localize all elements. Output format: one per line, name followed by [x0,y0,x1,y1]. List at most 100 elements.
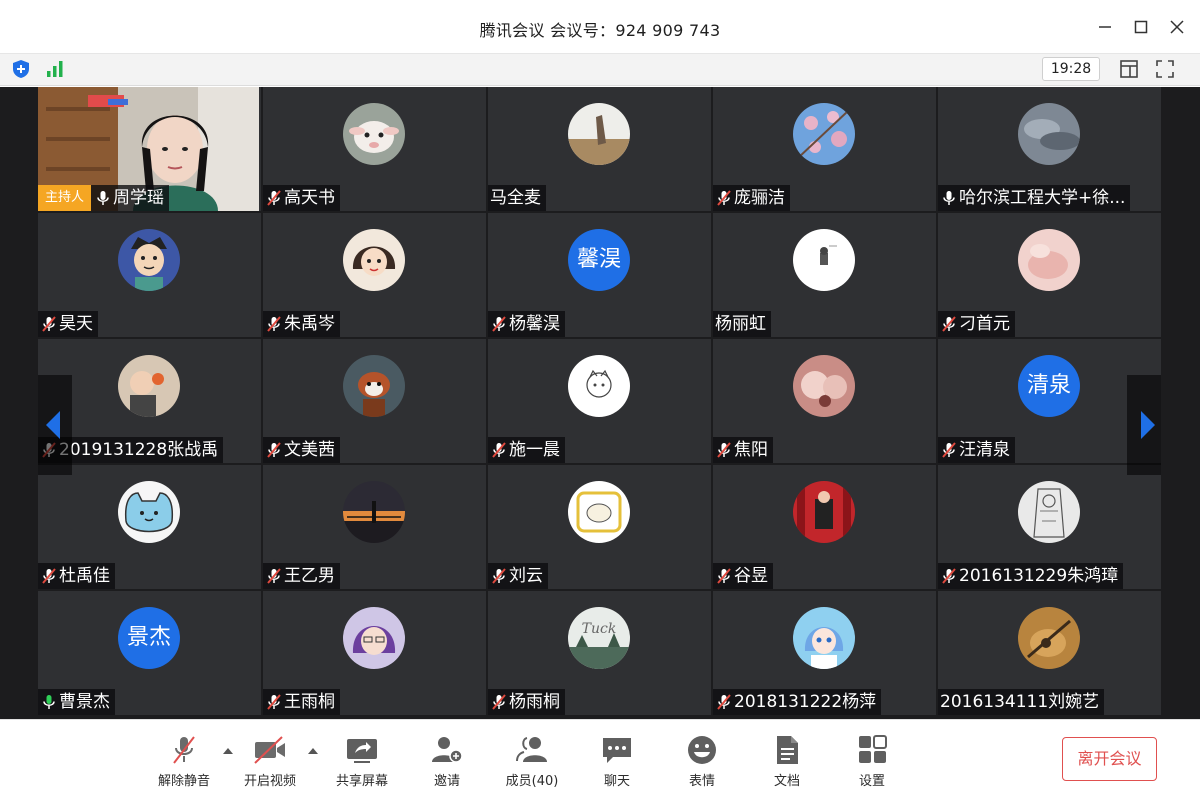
add-user-icon [432,737,463,763]
unmute-button[interactable]: 解除静音 [146,730,222,794]
participant-name-bar: 刘云 [488,563,548,589]
participant-name-bar: 昊天 [38,311,98,337]
participant-name-bar: 王雨桐 [263,689,340,715]
participant-name-bar: 主持人 周学瑶 [38,185,170,211]
settings-button[interactable]: 设置 [834,730,910,794]
avatar [343,355,405,417]
participant-name: 周学瑶 [113,188,165,208]
muted-microphone-icon [267,568,281,584]
participant-tile[interactable]: 景杰曹景杰 [38,591,261,715]
participant-tile[interactable]: 昊天 [38,213,261,337]
participant-tile[interactable]: 2016131229朱鸿璋 [938,465,1161,589]
meeting-timer: 19:28 [1042,57,1100,81]
share-screen-button[interactable]: 共享屏幕 [324,730,400,794]
participant-name-bar: 高天书 [263,185,340,211]
avatar [793,103,855,165]
camera-off-icon [254,736,285,764]
participant-name: 曹景杰 [59,692,110,712]
participant-name-bar: 文美茜 [263,437,340,463]
participant-tile[interactable]: 王乙男 [263,465,486,589]
svg-text:Tuck: Tuck [582,621,617,637]
muted-microphone-icon [267,316,281,332]
participant-tile[interactable]: 馨淏杨馨淏 [488,213,711,337]
muted-microphone-icon [267,442,281,458]
emoji-button[interactable]: 表情 [664,730,740,794]
participant-tile[interactable]: 施一晨 [488,339,711,463]
participant-tile[interactable]: 刁首元 [938,213,1161,337]
avatar: 馨淏 [568,229,630,291]
participant-name-bar: 朱禹岑 [263,311,340,337]
chat-button[interactable]: 聊天 [579,730,655,794]
members-icon [516,737,547,762]
prev-page-button[interactable] [38,375,72,475]
avatar: 景杰 [118,607,180,669]
participant-tile[interactable]: Tuck 杨雨桐 [488,591,711,715]
participant-tile[interactable]: 高天书 [263,87,486,211]
participant-tile[interactable]: 文美茜 [263,339,486,463]
speaking-microphone-icon [43,695,55,709]
documents-button[interactable]: 文档 [749,730,825,794]
participant-tile[interactable]: 刘云 [488,465,711,589]
participant-name: 文美茜 [284,440,335,460]
next-page-button[interactable] [1127,375,1161,475]
participant-name: 2016134111刘婉艺 [940,692,1100,712]
microphone-icon [97,191,109,205]
participant-name-bar: 杨丽虹 [713,311,771,337]
participant-tile[interactable]: 2018131222杨萍 [713,591,936,715]
participant-name: 杨馨淏 [509,314,560,334]
participant-tile[interactable]: 哈尔滨工程大学+徐... [938,87,1161,211]
close-icon[interactable] [1166,16,1188,38]
participant-tile[interactable]: 杜禹佳 [38,465,261,589]
share-screen-icon [347,739,377,763]
muted-microphone-icon [267,694,281,710]
avatar: Tuck [568,607,630,669]
smiley-icon [688,736,716,764]
app-grid-icon [859,735,887,763]
maximize-icon[interactable] [1130,16,1152,38]
avatar [793,355,855,417]
members-button[interactable]: 成员(40) [494,730,570,794]
caret-up-icon[interactable] [307,746,319,756]
participant-tile[interactable]: 杨丽虹 [713,213,936,337]
security-shield-icon[interactable] [10,58,32,80]
avatar [793,607,855,669]
avatar [1018,103,1080,165]
leave-meeting-button[interactable]: 离开会议 [1062,737,1157,781]
participant-name: 昊天 [59,314,93,334]
fullscreen-icon[interactable] [1154,58,1176,80]
layout-icon[interactable] [1118,58,1140,80]
participant-name-bar: 杜禹佳 [38,563,115,589]
host-badge: 主持人 [38,185,92,211]
participant-tile[interactable]: 主持人 周学瑶 [38,87,261,211]
avatar [568,355,630,417]
document-icon [777,736,798,764]
participant-tile[interactable]: 谷昱 [713,465,936,589]
participant-tile[interactable]: 马全麦 [488,87,711,211]
participant-name-bar: 焦阳 [713,437,773,463]
muted-microphone-icon [717,442,731,458]
participant-name-bar: 刁首元 [938,311,1015,337]
participant-tile[interactable]: 2016134111刘婉艺 [938,591,1161,715]
participant-name-bar: 2018131222杨萍 [713,689,882,715]
status-bar: 19:28 [0,54,1200,86]
participant-tile[interactable]: 朱禹岑 [263,213,486,337]
participant-name: 王乙男 [284,566,335,586]
network-signal-icon[interactable] [44,58,66,80]
participant-name-bar: 王乙男 [263,563,340,589]
start-video-button[interactable]: 开启视频 [232,730,308,794]
invite-button[interactable]: 邀请 [409,730,485,794]
participant-name-bar: 杨馨淏 [488,311,565,337]
participant-name: 哈尔滨工程大学+徐... [959,188,1126,208]
avatar [343,481,405,543]
participant-tile[interactable]: 庞骊洁 [713,87,936,211]
participant-tile[interactable]: 王雨桐 [263,591,486,715]
avatar [343,229,405,291]
meeting-toolbar: 解除静音 开启视频 共享屏幕 邀请 成员(40) 聊天 表情 文档 设置 离开会… [0,719,1200,800]
avatar [793,229,855,291]
participant-tile[interactable]: 焦阳 [713,339,936,463]
participant-name-bar: 马全麦 [488,185,546,211]
minimize-icon[interactable] [1094,16,1116,38]
muted-microphone-icon [717,694,731,710]
avatar [118,355,180,417]
participant-name: 刁首元 [959,314,1010,334]
